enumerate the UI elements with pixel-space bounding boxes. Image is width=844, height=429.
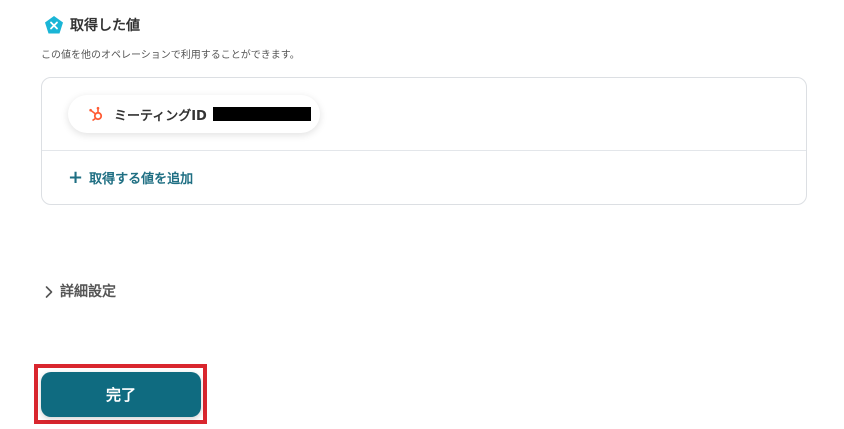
done-button[interactable]: 完了 (41, 372, 201, 417)
card-divider (42, 150, 806, 151)
section-title: 取得した値 (70, 18, 140, 34)
add-value-label: 取得する値を追加 (89, 172, 194, 187)
page: 取得した値 この値を他のオペレーションで利用することができます。 ミーティングI… (0, 0, 844, 429)
pentagon-x-icon (44, 15, 64, 35)
acquired-values-card: ミーティングID + 取得する値を追加 (41, 77, 807, 205)
advanced-settings-label: 詳細設定 (60, 284, 116, 300)
plus-icon: + (68, 166, 84, 188)
section-header: 取得した値 (44, 15, 140, 35)
value-chip-meeting-id[interactable]: ミーティングID (68, 95, 320, 133)
add-value-link[interactable]: + 取得する値を追加 (68, 168, 193, 187)
chevron-right-icon (44, 284, 54, 298)
redacted-value (212, 107, 311, 121)
section-description: この値を他のオペレーションで利用することができます。 (41, 50, 300, 61)
value-chip-label: ミーティングID (114, 108, 207, 124)
advanced-settings-toggle[interactable]: 詳細設定 (44, 281, 116, 301)
hubspot-icon (88, 106, 104, 122)
